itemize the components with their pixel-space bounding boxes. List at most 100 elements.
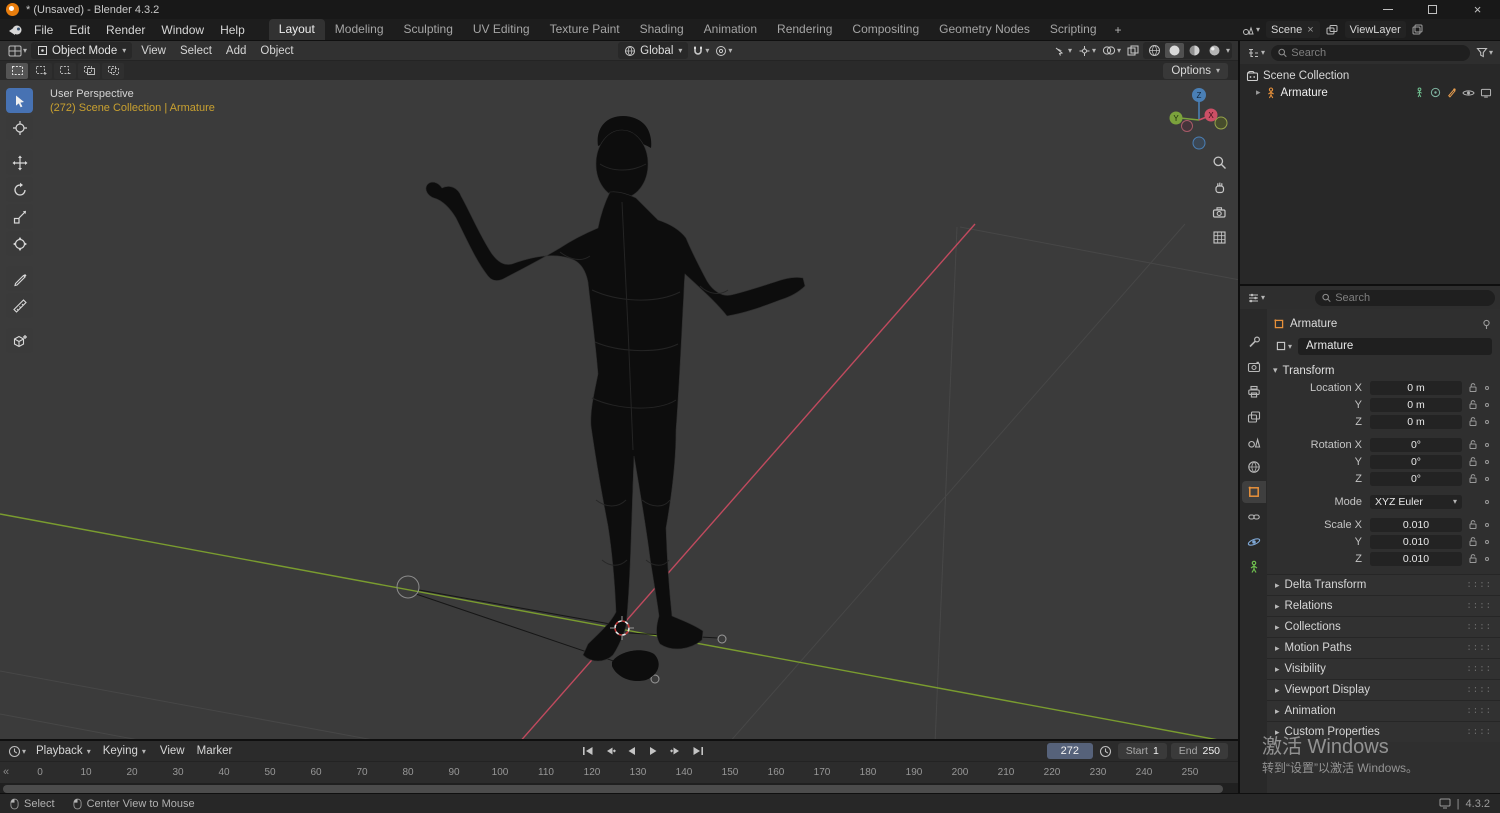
frame-start-field[interactable]: Start 1 — [1117, 743, 1167, 759]
next-keyframe-button[interactable] — [666, 744, 685, 759]
hide-eye-icon[interactable] — [1462, 88, 1475, 98]
outliner-search[interactable] — [1271, 44, 1470, 61]
animation-icon[interactable] — [1430, 87, 1441, 98]
workspace-tab[interactable]: Animation — [694, 19, 767, 40]
properties-tab-render[interactable] — [1242, 356, 1266, 378]
select-mode-invert-button[interactable] — [78, 62, 100, 79]
workspace-tab[interactable]: Texture Paint — [540, 19, 630, 40]
outliner-search-input[interactable] — [1291, 46, 1463, 59]
value-field[interactable]: 0.010 — [1370, 517, 1462, 532]
timeline-editor-type-icon[interactable]: ▾ — [6, 743, 28, 759]
properties-tab-tool[interactable] — [1242, 331, 1266, 353]
select-mode-intersect-button[interactable] — [102, 62, 124, 79]
tool-measure[interactable] — [6, 293, 33, 318]
close-button[interactable]: × — [1455, 0, 1500, 19]
collapsed-panel[interactable]: ▸ Viewport Display :::: — [1267, 679, 1500, 700]
lock-icon[interactable] — [1465, 439, 1480, 450]
workspace-tab[interactable]: Shading — [630, 19, 694, 40]
add-workspace-button[interactable]: + — [1107, 23, 1130, 37]
armature-data-icon[interactable] — [1446, 87, 1457, 98]
pan-hand-icon[interactable] — [1209, 177, 1229, 197]
animate-dot[interactable] — [1481, 556, 1492, 561]
disable-in-render-icon[interactable] — [1480, 88, 1492, 98]
value-field[interactable]: 0 m — [1370, 380, 1462, 395]
panel-drag-handle[interactable]: :::: — [1466, 706, 1492, 716]
maximize-button[interactable] — [1410, 0, 1455, 19]
workspace-tab[interactable]: Rendering — [767, 19, 842, 40]
options-dropdown[interactable]: Options ▾ — [1163, 62, 1228, 79]
mode-dropdown[interactable]: Object Mode ▾ — [31, 42, 133, 59]
properties-tab-constraints[interactable] — [1242, 506, 1266, 528]
timeline-menu-item[interactable]: Playback ▾ — [30, 744, 97, 758]
collapsed-panel[interactable]: ▸ Collections :::: — [1267, 616, 1500, 637]
menu-item[interactable]: Render — [98, 21, 153, 39]
animate-dot[interactable] — [1481, 476, 1492, 481]
object-name-input[interactable] — [1306, 340, 1484, 352]
lock-icon[interactable] — [1465, 399, 1480, 410]
proportional-editing-icon[interactable]: ▾ — [713, 43, 734, 59]
pin-icon[interactable] — [1481, 319, 1492, 330]
lock-icon[interactable] — [1465, 382, 1480, 393]
value-field[interactable]: 0° — [1370, 471, 1462, 486]
viewport-menu-item[interactable]: View — [134, 44, 173, 58]
properties-tab-world[interactable] — [1242, 456, 1266, 478]
scene-unlink-icon[interactable]: × — [1306, 24, 1314, 36]
value-field[interactable]: 0.010 — [1370, 534, 1462, 549]
tool-transform[interactable] — [6, 231, 33, 256]
overlays-dropdown[interactable]: ▾ — [1100, 43, 1123, 59]
timeline-menu-item[interactable]: Marker — [191, 744, 239, 758]
workspace-tab[interactable]: Sculpting — [394, 19, 463, 40]
viewlayer-selector[interactable]: ViewLayer — [1344, 21, 1406, 38]
selectability-visibility-dropdown[interactable]: ▾ — [1052, 43, 1074, 59]
collapsed-panel[interactable]: ▸ Custom Properties :::: — [1267, 721, 1500, 742]
outliner-editor-type-icon[interactable]: ▾ — [1245, 45, 1267, 61]
viewport-3d[interactable]: Z Y X User Perspective (272) Scene Colle… — [0, 80, 1238, 739]
expand-caret-icon[interactable]: ▸ — [1256, 87, 1261, 98]
animate-dot[interactable] — [1481, 499, 1492, 504]
jump-to-start-button[interactable] — [578, 744, 597, 759]
collapsed-panel[interactable]: ▸ Motion Paths :::: — [1267, 637, 1500, 658]
new-viewlayer-icon[interactable] — [1410, 22, 1425, 38]
object-name-field[interactable] — [1298, 337, 1492, 355]
workspace-tab[interactable]: Geometry Nodes — [929, 19, 1040, 40]
properties-tab-object[interactable] — [1241, 481, 1266, 503]
shading-material-button[interactable] — [1185, 43, 1204, 58]
viewport-menu-item[interactable]: Select — [173, 44, 219, 58]
panel-drag-handle[interactable]: :::: — [1466, 685, 1492, 695]
animate-dot[interactable] — [1481, 442, 1492, 447]
shading-solid-button[interactable] — [1164, 43, 1184, 58]
collapsed-panel[interactable]: ▸ Relations :::: — [1267, 595, 1500, 616]
camera-view-icon[interactable] — [1209, 202, 1229, 222]
snap-magnet-icon[interactable]: ▾ — [690, 43, 711, 59]
outliner-row-scene-collection[interactable]: Scene Collection — [1244, 67, 1496, 84]
editor-type-icon[interactable]: ▾ — [6, 43, 29, 59]
value-field[interactable]: 0° — [1370, 454, 1462, 469]
workspace-tab[interactable]: Compositing — [842, 19, 929, 40]
timeline-ruler[interactable]: « 0 10 20 30 40 50 60 70 80 90 100 110 120 130 140 150 1… — [0, 761, 1238, 783]
workspace-tab[interactable]: UV Editing — [463, 19, 540, 40]
animate-dot[interactable] — [1481, 522, 1492, 527]
pose-icon[interactable] — [1414, 87, 1425, 98]
tool-select-box[interactable] — [6, 88, 33, 113]
menu-item[interactable]: Window — [153, 21, 212, 39]
menu-item[interactable]: Edit — [61, 21, 98, 39]
panel-drag-handle[interactable]: :::: — [1466, 601, 1492, 611]
animate-dot[interactable] — [1481, 539, 1492, 544]
properties-editor-type-icon[interactable]: ▾ — [1245, 290, 1267, 306]
scene-browse-icon[interactable]: ▾ — [1240, 22, 1262, 38]
timeline-menu-item[interactable]: View — [154, 744, 191, 758]
xray-toggle[interactable] — [1125, 43, 1141, 59]
outliner-row-armature[interactable]: ▸ Armature — [1244, 84, 1496, 101]
blender-menu-icon[interactable] — [4, 22, 26, 38]
workspace-tab[interactable]: Modeling — [325, 19, 394, 40]
panel-drag-handle[interactable]: :::: — [1466, 622, 1492, 632]
timeline-menu-item[interactable]: Keying ▾ — [97, 744, 152, 758]
lock-icon[interactable] — [1465, 536, 1480, 547]
panel-drag-handle[interactable]: :::: — [1466, 643, 1492, 653]
value-field[interactable]: 0° — [1370, 437, 1462, 452]
tool-move[interactable] — [6, 150, 33, 175]
panel-drag-handle[interactable]: :::: — [1466, 580, 1492, 590]
properties-tab-output[interactable] — [1242, 381, 1266, 403]
shading-wireframe-button[interactable] — [1145, 43, 1164, 58]
tool-scale[interactable] — [6, 204, 33, 229]
